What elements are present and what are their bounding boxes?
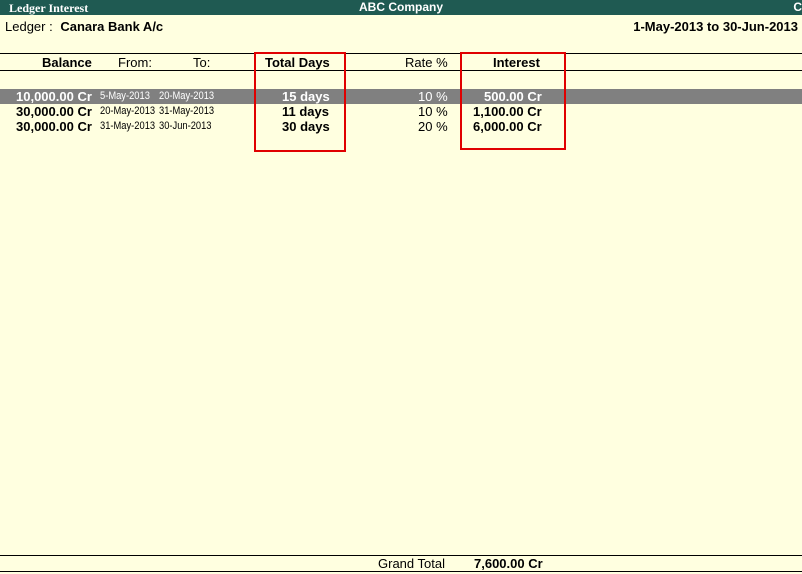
grand-total-value: 7,600.00 Cr — [474, 556, 543, 571]
grand-total-bar: Grand Total 7,600.00 Cr — [0, 554, 802, 574]
title-bar: Ledger Interest ABC Company C — [0, 0, 802, 15]
ledger-name[interactable]: Canara Bank A/c — [60, 19, 163, 34]
table-row[interactable]: 30,000.00 Cr 31-May-2013 30-Jun-2013 30 … — [0, 119, 802, 134]
rate-cell: 10 % — [418, 104, 448, 119]
header-bottom-divider — [0, 70, 802, 71]
from-date-cell: 31-May-2013 — [100, 120, 156, 132]
balance-cell: 30,000.00 Cr — [16, 119, 92, 134]
period-range: 1-May-2013 to 30-Jun-2013 — [633, 19, 798, 34]
to-date-cell: 20-May-2013 — [159, 90, 215, 102]
from-date-cell: 20-May-2013 — [100, 105, 156, 117]
from-date-cell: 5-May-2013 — [100, 90, 150, 102]
ledger-label: Ledger : — [5, 19, 53, 34]
col-header-from: From: — [118, 55, 152, 70]
interest-highlight-box — [460, 52, 566, 150]
balance-cell: 30,000.00 Cr — [16, 104, 92, 119]
col-header-balance: Balance — [42, 55, 92, 70]
header-top-divider — [0, 53, 802, 54]
ledger-info: Ledger : Canara Bank A/c — [5, 19, 163, 34]
grand-total-label: Grand Total — [378, 556, 445, 571]
total-days-highlight-box — [254, 52, 346, 152]
company-name: ABC Company — [358, 0, 443, 14]
col-header-rate: Rate % — [405, 55, 448, 70]
table-row[interactable]: 30,000.00 Cr 20-May-2013 31-May-2013 11 … — [0, 104, 802, 119]
rate-cell: 10 % — [418, 89, 448, 104]
to-date-cell: 31-May-2013 — [159, 105, 215, 117]
balance-cell: 10,000.00 Cr — [16, 89, 92, 104]
col-header-to: To: — [193, 55, 211, 70]
table-row[interactable]: 10,000.00 Cr 5-May-2013 20-May-2013 15 d… — [0, 89, 802, 104]
rate-cell: 20 % — [418, 119, 448, 134]
title-edge-char: C — [793, 0, 802, 14]
to-date-cell: 30-Jun-2013 — [159, 120, 212, 132]
